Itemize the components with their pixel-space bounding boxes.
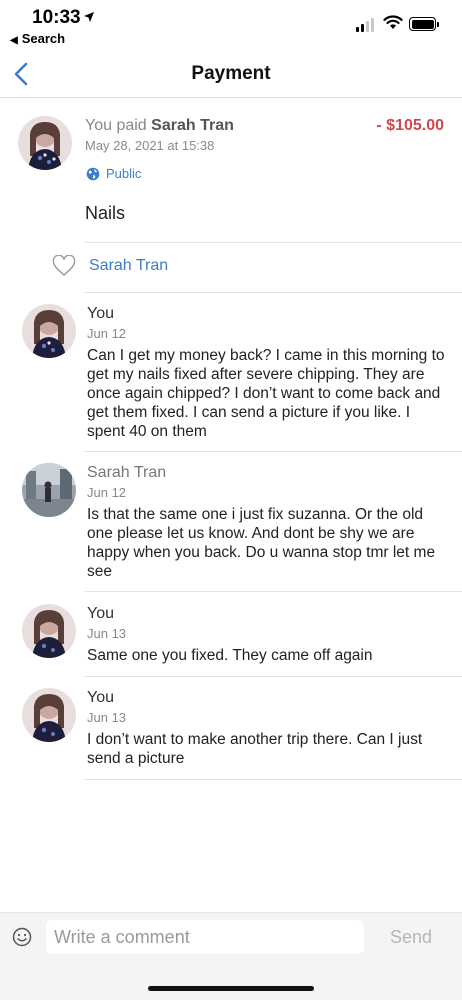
location-arrow-icon bbox=[84, 12, 94, 22]
comment-text: I don’t want to make another trip there.… bbox=[87, 731, 423, 767]
comment-author[interactable]: You bbox=[87, 605, 114, 623]
wifi-icon bbox=[383, 15, 403, 29]
likes-names[interactable]: Sarah Tran bbox=[89, 257, 168, 275]
privacy-indicator[interactable]: Public bbox=[86, 166, 141, 181]
divider bbox=[85, 591, 462, 592]
comment-text: Same one you fixed. They came off again bbox=[87, 647, 373, 664]
heart-outline-icon[interactable] bbox=[52, 255, 76, 277]
divider bbox=[85, 292, 462, 293]
divider bbox=[85, 451, 462, 452]
payment-recipient[interactable]: Sarah Tran bbox=[151, 117, 234, 134]
avatar-you[interactable] bbox=[22, 604, 76, 658]
comment-author[interactable]: You bbox=[87, 689, 114, 707]
comment-text: Can I get my money back? I came in this … bbox=[87, 347, 445, 440]
privacy-label: Public bbox=[106, 166, 142, 181]
payment-prefix: You paid bbox=[85, 117, 147, 134]
divider bbox=[85, 676, 462, 677]
home-indicator[interactable] bbox=[148, 986, 314, 991]
back-to-search-link[interactable]: ◀ Search bbox=[10, 31, 65, 46]
signal-icon bbox=[356, 18, 374, 32]
divider bbox=[85, 779, 462, 780]
comment-date: Jun 13 bbox=[87, 710, 127, 725]
comment-date: Jun 12 bbox=[87, 326, 127, 341]
comment-composer: Send bbox=[0, 912, 462, 1000]
status-bar: 10:33 ◀ Search bbox=[0, 0, 462, 50]
back-triangle-icon: ◀ bbox=[10, 35, 18, 46]
comment-date: Jun 13 bbox=[87, 626, 127, 641]
avatar-you[interactable] bbox=[18, 116, 72, 170]
avatar-sarah-tran[interactable] bbox=[22, 463, 76, 517]
nav-bar: Payment bbox=[0, 50, 462, 98]
send-button[interactable]: Send bbox=[390, 927, 432, 948]
likes-row: Sarah Tran bbox=[52, 255, 168, 277]
status-time: 10:33 bbox=[32, 7, 81, 28]
comment-author[interactable]: Sarah Tran bbox=[87, 464, 166, 482]
avatar-you[interactable] bbox=[22, 304, 76, 358]
payment-summary: You paid Sarah Tran bbox=[85, 117, 234, 135]
divider bbox=[85, 242, 462, 243]
payment-note: Nails bbox=[85, 203, 126, 223]
emoji-icon[interactable] bbox=[12, 927, 32, 947]
page-title: Payment bbox=[191, 63, 271, 84]
comment-text: Is that the same one i just fix suzanna.… bbox=[87, 506, 436, 580]
comment-date: Jun 12 bbox=[87, 485, 127, 500]
globe-icon bbox=[86, 167, 100, 180]
avatar-you[interactable] bbox=[22, 688, 76, 742]
battery-icon bbox=[409, 17, 439, 31]
payment-amount: - $105.00 bbox=[376, 117, 444, 134]
comment-input[interactable] bbox=[46, 920, 364, 954]
payment-date: May 28, 2021 at 15:38 bbox=[85, 138, 215, 153]
comment-author[interactable]: You bbox=[87, 305, 114, 323]
back-search-label: Search bbox=[21, 31, 66, 46]
